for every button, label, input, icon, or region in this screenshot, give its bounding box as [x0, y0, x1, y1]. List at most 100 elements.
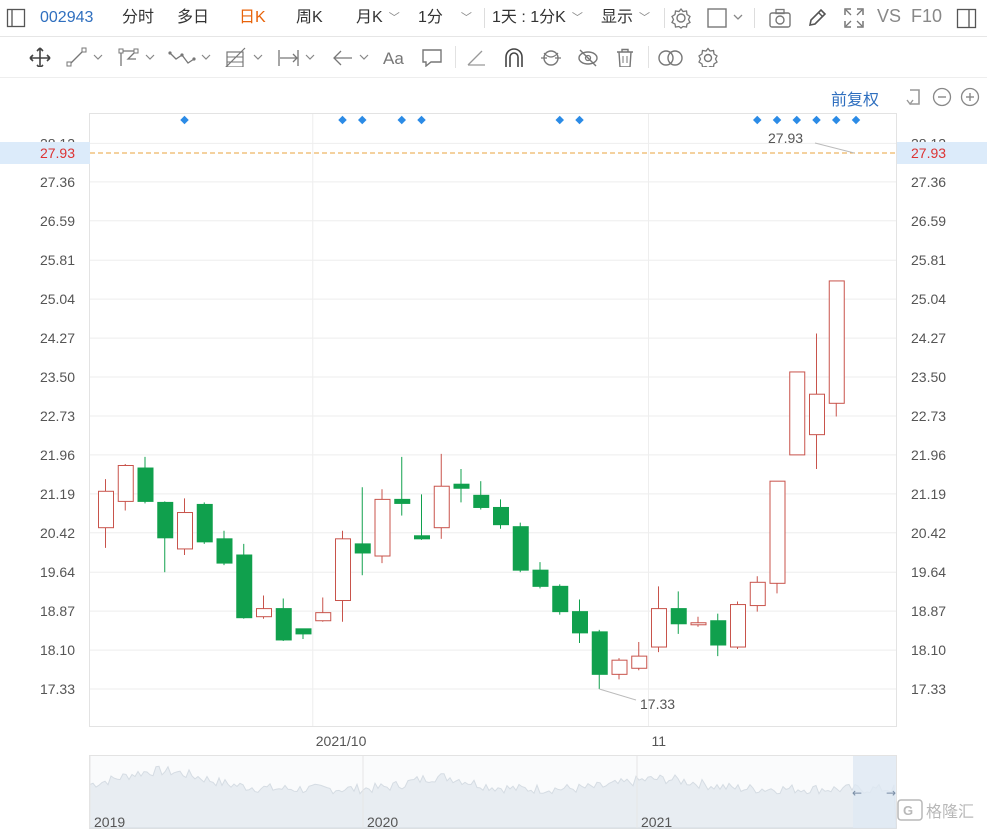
- tab-daily-k[interactable]: 日K: [239, 8, 266, 28]
- candle-body: [157, 501, 174, 539]
- hide-icon[interactable]: [576, 47, 600, 67]
- vs-button[interactable]: VS: [877, 6, 901, 26]
- candle: [196, 502, 213, 544]
- candle: [354, 487, 371, 576]
- stock-code[interactable]: 002943: [40, 8, 93, 28]
- candle-series: [98, 280, 845, 689]
- drawing-toolbar: Aa: [0, 37, 987, 78]
- x-tick-label: 11: [652, 733, 667, 749]
- candle-body: [493, 506, 509, 526]
- brand-logo-letter: G: [903, 803, 913, 818]
- y-tick-label: 21.96: [40, 447, 75, 463]
- y-tick-label: 25.04: [40, 291, 75, 307]
- candle: [769, 480, 786, 594]
- event-dot: [417, 115, 426, 125]
- brand-watermark: G 格隆汇: [897, 799, 974, 821]
- candle-body: [473, 494, 490, 508]
- candle: [512, 522, 529, 573]
- divider: [455, 46, 456, 68]
- candle: [453, 469, 470, 503]
- y-tick-label: 25.81: [911, 252, 946, 268]
- y-tick-label: 27.36: [911, 174, 946, 190]
- y-tick-label: 18.10: [911, 642, 946, 658]
- candle-body: [315, 612, 332, 622]
- candle-body: [236, 554, 253, 619]
- tab-fenshi[interactable]: 分时: [122, 8, 154, 28]
- y-axis-left: 28.1227.3626.5925.8125.0424.2723.5022.73…: [40, 135, 75, 697]
- arrow-tool-icon[interactable]: [330, 47, 374, 67]
- period-label: 1天 : 1分K: [492, 9, 566, 26]
- line-tool-icon[interactable]: [66, 47, 108, 67]
- sidebar-toggle-icon[interactable]: [6, 8, 26, 28]
- candle-body: [177, 512, 193, 550]
- candle-body: [117, 464, 134, 502]
- candle: [473, 481, 490, 510]
- measure-tool-icon[interactable]: [276, 47, 320, 67]
- divider: [754, 8, 755, 28]
- text-tool-icon[interactable]: Aa: [382, 47, 410, 67]
- display-select[interactable]: 显示 ﹀: [601, 8, 650, 29]
- svg-text:Aa: Aa: [383, 49, 404, 67]
- y-tick-label: 20.42: [911, 525, 946, 541]
- channel-tool-icon[interactable]: [118, 47, 160, 67]
- fib-tool-icon[interactable]: [224, 47, 268, 67]
- tab-monthly-k-label: 月K: [356, 9, 383, 26]
- divider: [484, 8, 485, 28]
- y-tick-label: 21.96: [911, 447, 946, 463]
- tab-duori[interactable]: 多日: [177, 8, 209, 28]
- tab-weekly-k[interactable]: 周K: [296, 8, 323, 28]
- low-leader: [599, 688, 637, 701]
- panel-toggle-icon[interactable]: [956, 8, 978, 30]
- period-select[interactable]: 1天 : 1分K ﹀: [492, 8, 583, 29]
- f10-button[interactable]: F10: [911, 6, 942, 26]
- trash-icon[interactable]: [614, 47, 636, 67]
- tab-minute[interactable]: 1分 ﹀: [418, 8, 472, 29]
- candlestick-chart[interactable]: 28.1227.3626.5925.8125.0424.2723.5022.73…: [0, 78, 987, 829]
- candle: [117, 463, 134, 511]
- y-tick-label: 24.27: [40, 330, 75, 346]
- y-tick-label: 26.59: [40, 213, 75, 229]
- chevron-down-icon: ﹀: [388, 12, 400, 24]
- x-axis: 2021/10 11: [316, 733, 666, 749]
- candle: [315, 597, 332, 622]
- candle: [98, 479, 114, 548]
- event-dot: [180, 115, 189, 125]
- high-marker: 27.93: [768, 130, 803, 146]
- move-icon[interactable]: [28, 47, 52, 67]
- fullscreen-icon[interactable]: [843, 7, 865, 29]
- y-tick-label: 24.27: [911, 330, 946, 346]
- tab-monthly-k[interactable]: 月K ﹀: [356, 8, 400, 29]
- wave-tool-icon[interactable]: [168, 47, 216, 67]
- candle-body: [532, 569, 549, 587]
- candle: [789, 371, 806, 456]
- lock-drawing-icon[interactable]: [538, 47, 564, 67]
- y-tick-label: 20.42: [40, 525, 75, 541]
- comment-tool-icon[interactable]: [420, 47, 444, 67]
- y-axis-right: 28.1227.3626.5925.8125.0424.2723.5022.73…: [911, 135, 946, 697]
- candle: [670, 591, 687, 634]
- camera-icon[interactable]: [768, 7, 792, 29]
- color-box-icon[interactable]: [706, 7, 746, 29]
- y-tick-label: 19.64: [911, 564, 946, 580]
- candle-body: [670, 608, 687, 625]
- candle-body: [828, 280, 845, 404]
- candle: [572, 599, 588, 643]
- settings-icon[interactable]: [696, 47, 720, 67]
- event-dot: [832, 115, 841, 125]
- y-tick-label: 21.19: [911, 486, 946, 502]
- candle-body: [789, 371, 806, 456]
- magnet-icon[interactable]: [502, 47, 526, 67]
- gear-icon[interactable]: [670, 7, 692, 29]
- pencil-icon[interactable]: [806, 7, 828, 29]
- chevron-down-icon: ﹀: [460, 12, 472, 24]
- angle-tool-icon[interactable]: [465, 47, 489, 67]
- candle-body: [137, 467, 154, 502]
- chevron-down-icon: ﹀: [571, 12, 583, 24]
- candle: [651, 586, 667, 653]
- navigator-label: 2021: [641, 814, 672, 829]
- candle: [552, 584, 569, 615]
- candle: [730, 601, 746, 650]
- compare-icon[interactable]: [657, 47, 685, 67]
- y-tick-label: 22.73: [911, 408, 946, 424]
- price-label: 27.93: [40, 145, 75, 161]
